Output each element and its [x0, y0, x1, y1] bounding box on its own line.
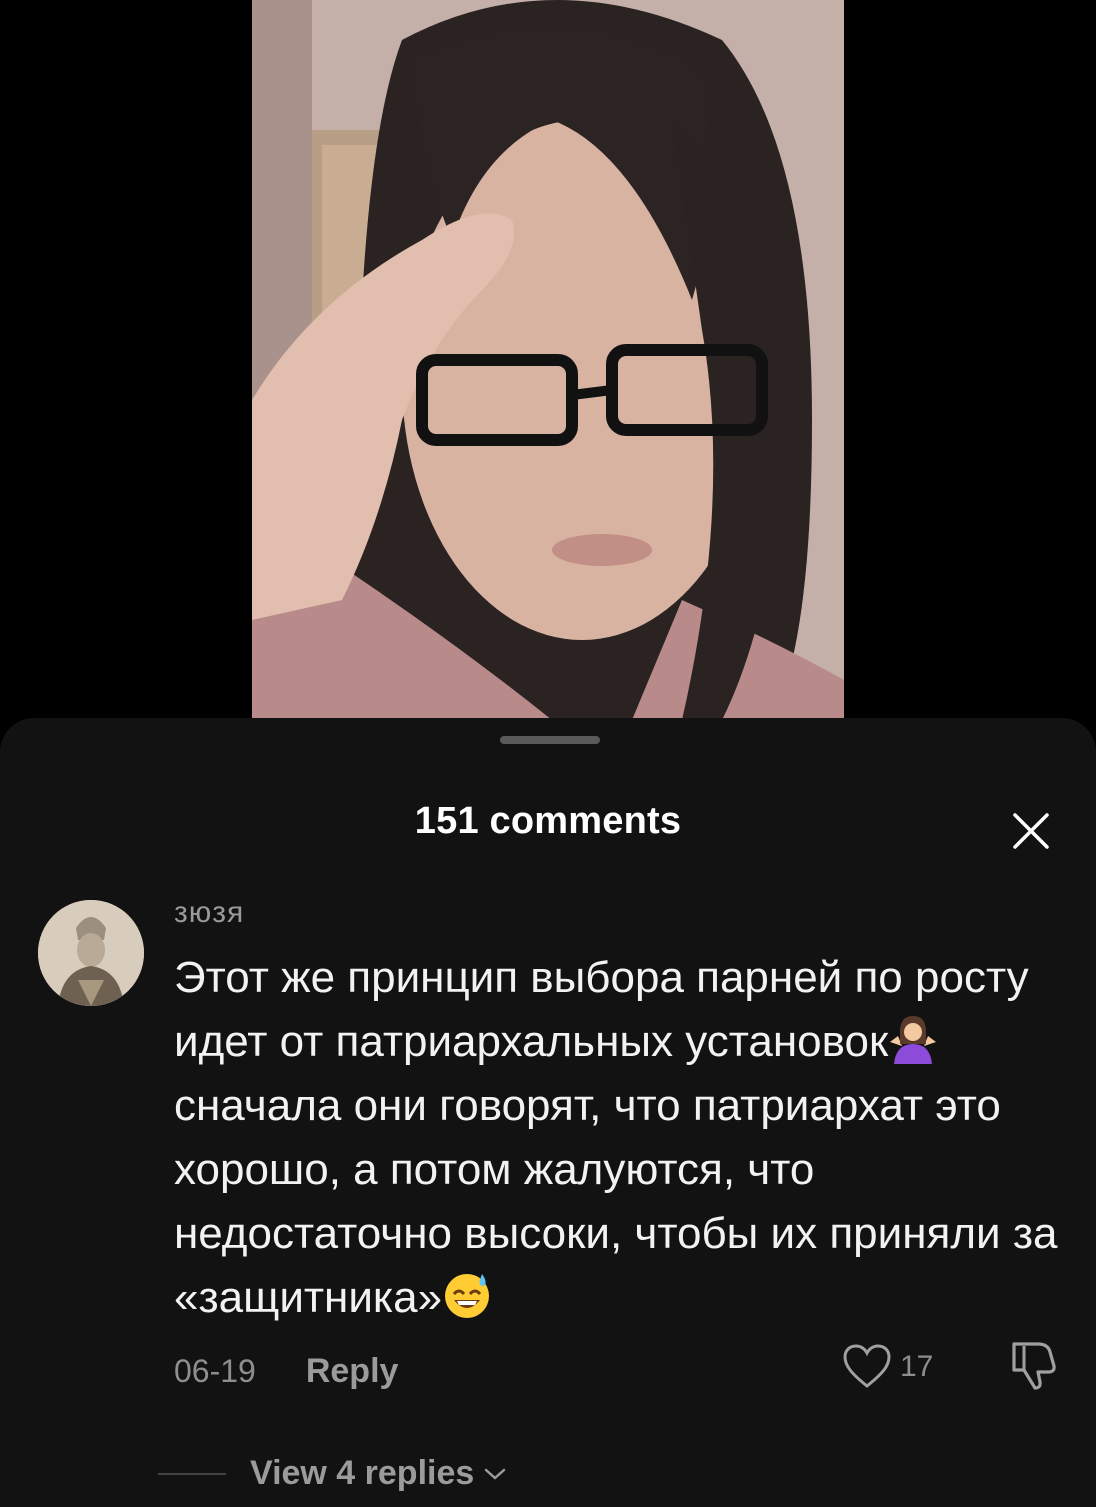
- grinning-sweat-icon: [445, 1274, 490, 1318]
- view-replies-button[interactable]: View 4 replies: [158, 1454, 506, 1493]
- person-shrugging-icon: [890, 1016, 937, 1064]
- like-count: 17: [900, 1350, 934, 1383]
- comment-date: 06-19: [174, 1353, 256, 1389]
- video-frame-image: [252, 0, 844, 720]
- close-button[interactable]: [1006, 806, 1056, 856]
- screen: 151 comments зюзя Этот же принцип выбора…: [0, 0, 1096, 1507]
- dislike-button[interactable]: [1008, 1340, 1058, 1397]
- comments-sheet: 151 comments зюзя Этот же принцип выбора…: [0, 718, 1096, 1507]
- view-replies-label: View 4 replies: [250, 1454, 475, 1492]
- close-icon: [1013, 813, 1049, 849]
- reply-button[interactable]: Reply: [306, 1352, 399, 1391]
- comments-count-title: 151 comments: [414, 800, 682, 842]
- video-player[interactable]: [252, 0, 844, 720]
- comment-meta: 06-19 Reply: [174, 1352, 398, 1391]
- comment-text: Этот же принцип выбора парней по росту и…: [174, 946, 1074, 1330]
- chevron-down-icon: [485, 1468, 506, 1480]
- avatar-image: [38, 900, 144, 1006]
- sheet-drag-handle[interactable]: [500, 736, 600, 744]
- replies-divider: [158, 1472, 226, 1475]
- heart-icon: [843, 1344, 891, 1388]
- thumbs-down-icon: [1012, 1342, 1056, 1390]
- avatar[interactable]: [38, 900, 144, 1006]
- comment-text-part-2: сначала они говорят, что патриархат это …: [174, 1081, 1058, 1322]
- comment-username[interactable]: зюзя: [174, 896, 244, 930]
- like-button[interactable]: 17: [842, 1344, 933, 1390]
